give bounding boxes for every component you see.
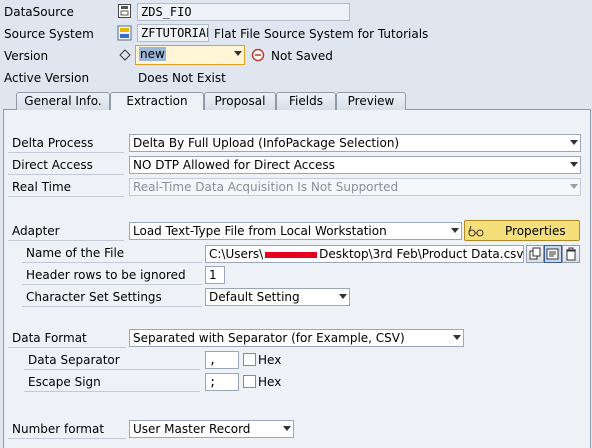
adapter-label: Adapter: [8, 221, 124, 241]
trash-icon[interactable]: [562, 245, 580, 263]
header-rows-label: Header rows to be ignored: [22, 265, 202, 285]
data-format-dropdown[interactable]: Separated with Separator (for Example, C…: [129, 329, 464, 347]
number-format-dropdown[interactable]: User Master Record: [129, 420, 294, 438]
escape-sign-hex-label: Hex: [258, 375, 282, 389]
data-separator-hex-label: Hex: [258, 353, 282, 367]
adapter-value: Load Text-Type File from Local Workstati…: [133, 224, 387, 238]
direct-access-dropdown[interactable]: NO DTP Allowed for Direct Access: [129, 156, 581, 174]
glasses-icon: [468, 224, 484, 238]
header-rows-input[interactable]: 1: [205, 266, 225, 284]
chevron-down-icon: [570, 184, 578, 189]
escape-sign-hex-checkbox[interactable]: [243, 375, 256, 388]
chevron-down-icon: [570, 140, 578, 145]
delta-process-value: Delta By Full Upload (InfoPackage Select…: [133, 136, 400, 150]
chevron-down-icon: [451, 228, 459, 233]
properties-button-label: Properties: [505, 224, 566, 238]
file-name-input[interactable]: C:\Users\ Desktop\3rd Feb\Product Data.cs…: [205, 245, 524, 263]
source-system-icon[interactable]: [117, 25, 132, 41]
real-time-dropdown: Real-Time Data Acquisition Is Not Suppor…: [129, 178, 581, 196]
version-status: Not Saved: [271, 49, 333, 63]
chevron-down-icon: [283, 426, 291, 431]
datasource-type-icon[interactable]: [118, 4, 131, 18]
redacted-username: [265, 251, 318, 258]
file-browse-icon[interactable]: [544, 245, 562, 263]
tab-general-info[interactable]: General Info.: [16, 92, 110, 110]
charset-label: Character Set Settings: [22, 287, 202, 307]
number-format-label: Number format: [8, 419, 126, 439]
charset-dropdown[interactable]: Default Setting: [205, 288, 350, 306]
escape-sign-label: Escape Sign: [24, 372, 200, 392]
chevron-down-icon: [339, 294, 347, 299]
chevron-down-icon: [234, 51, 242, 56]
datasource-label: DataSource: [4, 5, 74, 19]
file-name-prefix: C:\Users\: [209, 247, 264, 261]
version-value: new: [139, 47, 166, 61]
escape-sign-input[interactable]: ;: [205, 373, 239, 391]
copy-icon[interactable]: [526, 245, 544, 263]
version-label: Version: [4, 49, 49, 63]
source-system-label: Source System: [4, 27, 94, 41]
minus-circle-icon: [251, 48, 265, 62]
tab-proposal[interactable]: Proposal: [204, 92, 276, 110]
data-format-label: Data Format: [8, 328, 126, 348]
properties-button[interactable]: Properties: [464, 220, 580, 241]
tab-preview[interactable]: Preview: [336, 92, 406, 110]
number-format-value: User Master Record: [133, 422, 251, 436]
chevron-down-icon: [453, 335, 461, 340]
direct-access-label: Direct Access: [8, 155, 124, 175]
tab-extraction[interactable]: Extraction: [110, 92, 204, 110]
data-separator-hex-checkbox[interactable]: [243, 353, 256, 366]
file-name-suffix: Desktop\3rd Feb\Product Data.csv: [319, 247, 524, 261]
data-format-value: Separated with Separator (for Example, C…: [133, 331, 405, 345]
version-dropdown[interactable]: new: [135, 45, 245, 65]
delta-process-label: Delta Process: [8, 133, 124, 153]
tab-fields[interactable]: Fields: [276, 92, 336, 110]
charset-value: Default Setting: [209, 290, 300, 304]
datasource-field[interactable]: ZDS_FIO: [137, 3, 350, 21]
data-separator-input[interactable]: ,: [205, 351, 239, 369]
chevron-down-icon: [570, 162, 578, 167]
file-name-label: Name of the File: [22, 243, 202, 263]
active-version-label: Active Version: [4, 71, 90, 85]
real-time-value: Real-Time Data Acquisition Is Not Suppor…: [133, 180, 399, 194]
real-time-label: Real Time: [8, 177, 124, 197]
active-version-value: Does Not Exist: [138, 71, 226, 85]
adapter-dropdown[interactable]: Load Text-Type File from Local Workstati…: [129, 222, 462, 240]
delta-process-dropdown[interactable]: Delta By Full Upload (InfoPackage Select…: [129, 134, 581, 152]
version-diamond-icon: [119, 49, 131, 61]
direct-access-value: NO DTP Allowed for Direct Access: [133, 158, 335, 172]
data-separator-label: Data Separator: [24, 350, 200, 370]
source-system-field[interactable]: ZFTUTORIAL: [137, 24, 209, 42]
source-system-description: Flat File Source System for Tutorials: [214, 27, 429, 41]
